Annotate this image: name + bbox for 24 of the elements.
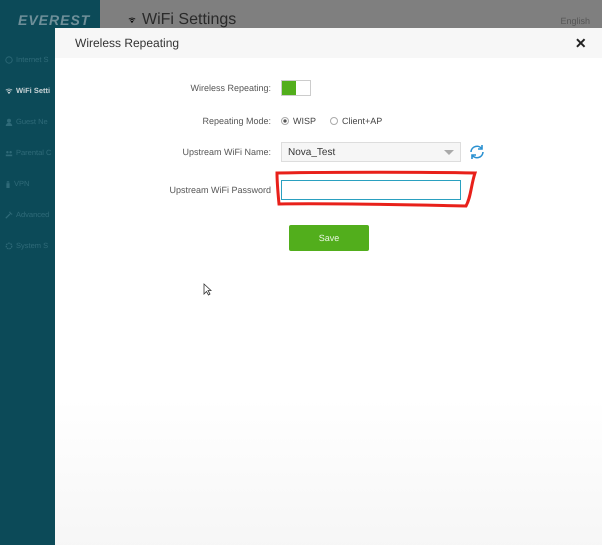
wifi-icon (128, 16, 136, 24)
close-button[interactable]: × (573, 34, 588, 52)
wrench-icon (5, 210, 13, 218)
cursor-icon (203, 283, 212, 296)
toggle-switch[interactable] (281, 80, 311, 96)
radio-option[interactable]: Client+AP (330, 116, 382, 126)
person-icon (5, 118, 13, 126)
radio-icon[interactable] (281, 116, 289, 124)
radio-option[interactable]: WISP (281, 116, 316, 126)
save-button[interactable]: Save (289, 225, 369, 251)
settings-icon (5, 242, 13, 250)
logo: EVEREST (17, 11, 92, 30)
refresh-icon[interactable] (469, 144, 485, 160)
dialog-title: Wireless Repeating (75, 36, 180, 50)
field-label: Upstream WiFi Password (168, 185, 272, 195)
field-label: Repeating Mode: (201, 116, 272, 126)
radio-icon[interactable] (330, 116, 338, 124)
lock-icon (5, 180, 11, 188)
field-label: Wireless Repeating: (189, 83, 272, 93)
page-title: WiFi Settings (142, 11, 236, 29)
wifi-icon (5, 86, 13, 94)
password-field[interactable] (281, 180, 461, 200)
field-label: Upstream WiFi Name: (181, 147, 272, 157)
wifi-name-dropdown[interactable]: Nova_Test (281, 142, 461, 162)
